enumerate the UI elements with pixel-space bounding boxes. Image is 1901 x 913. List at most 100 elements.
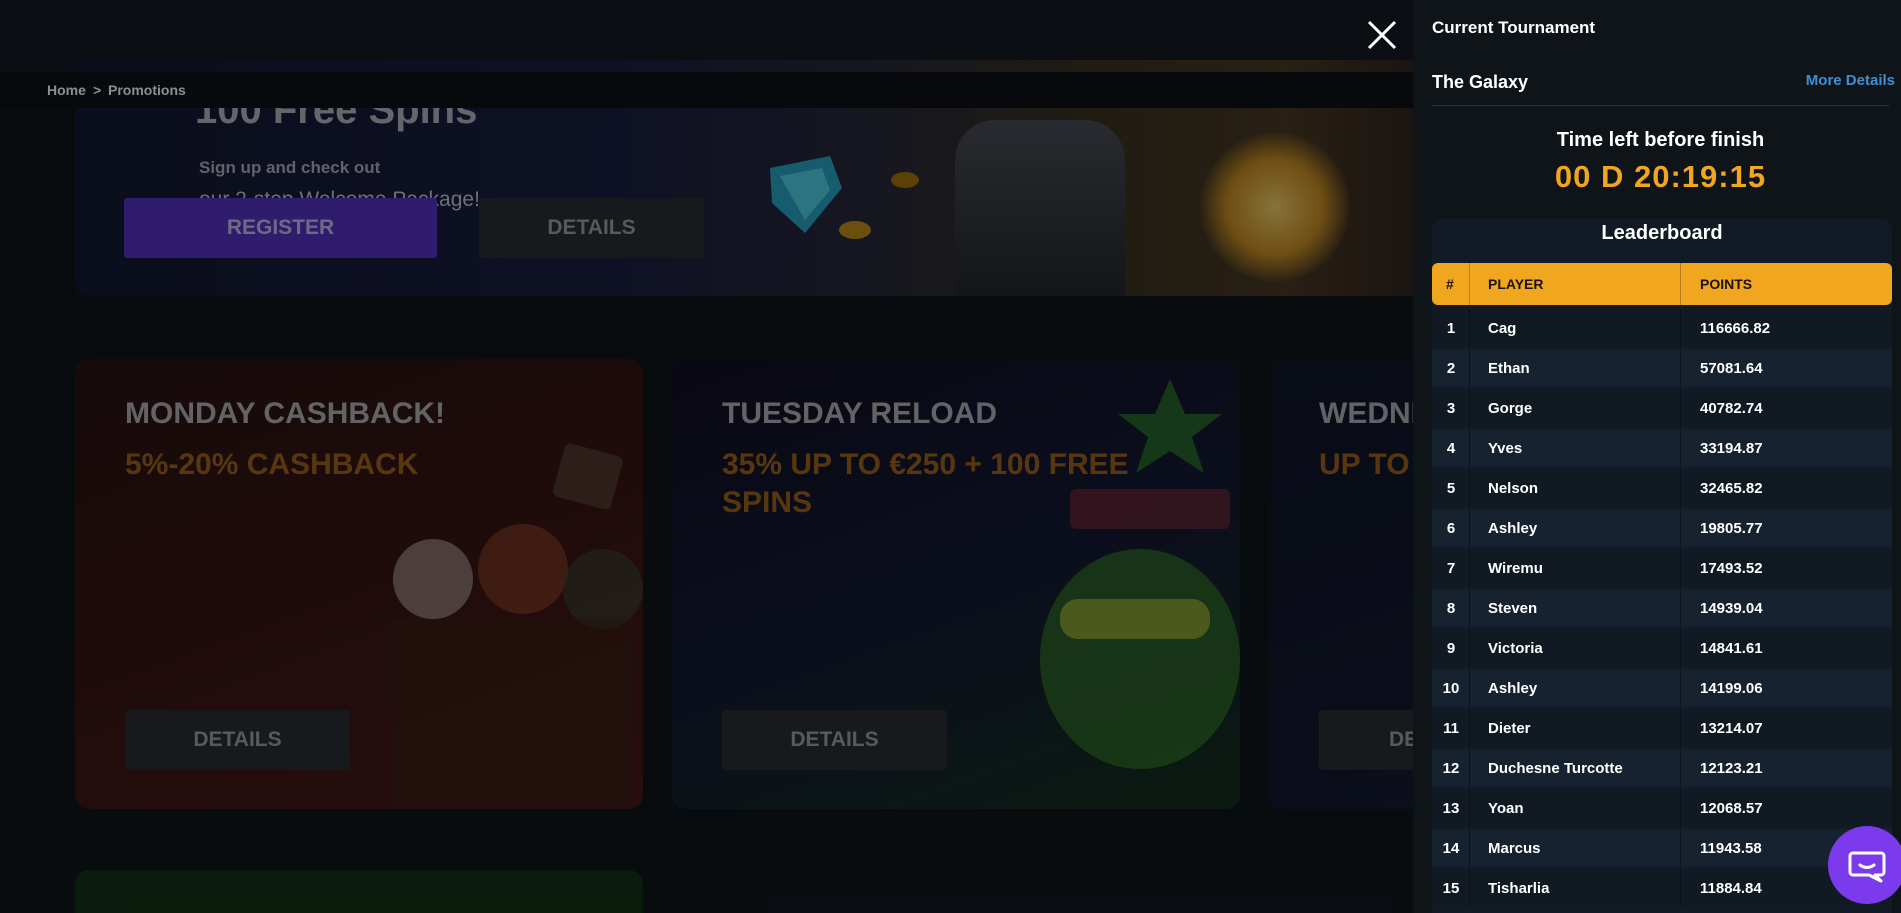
leaderboard-title: Leaderboard <box>1601 222 1723 244</box>
column-divider <box>1680 629 1681 667</box>
leaderboard-row: 2 Ethan 57081.64 <box>1432 349 1892 387</box>
points-cell: 13214.07 <box>1700 720 1763 737</box>
column-rank: # <box>1446 276 1454 292</box>
player-cell: Cag <box>1488 320 1517 337</box>
leaderboard-header: # PLAYER POINTS <box>1432 263 1892 305</box>
points-cell: 11943.58 <box>1700 840 1762 857</box>
points-cell: 12123.21 <box>1700 760 1763 777</box>
close-icon[interactable] <box>1365 18 1399 52</box>
player-cell: Nelson <box>1488 480 1539 497</box>
countdown-timer: 00 D 20:19:15 <box>1554 159 1767 194</box>
breadcrumb-separator: > <box>93 82 102 98</box>
points-cell: 14199.06 <box>1700 680 1763 697</box>
leaderboard-row: 8 Steven 14939.04 <box>1432 589 1892 627</box>
column-divider <box>1680 589 1681 627</box>
column-divider <box>1469 709 1470 747</box>
column-divider <box>1680 389 1681 427</box>
points-cell: 17493.52 <box>1700 560 1763 577</box>
column-divider <box>1680 869 1681 907</box>
rank-cell: 9 <box>1446 640 1456 657</box>
column-divider <box>1469 469 1470 507</box>
points-cell: 12068.57 <box>1700 800 1763 817</box>
column-divider <box>1680 749 1681 787</box>
promotions-page: 100 Free Spins Sign up and check out our… <box>0 0 1901 913</box>
rank-cell: 14 <box>1442 840 1460 857</box>
rank-cell: 5 <box>1446 480 1456 497</box>
column-divider <box>1680 789 1681 827</box>
tournament-panel: Current Tournament The Galaxy More Detai… <box>1413 0 1901 913</box>
column-divider <box>1469 589 1470 627</box>
rank-cell: 2 <box>1446 360 1456 377</box>
column-player: PLAYER <box>1488 276 1544 292</box>
panel-header: Current Tournament <box>1432 18 1596 37</box>
column-divider <box>1469 829 1470 867</box>
player-cell: Tisharlia <box>1488 880 1550 897</box>
leaderboard-row: 6 Ashley 19805.77 <box>1432 509 1892 547</box>
rank-cell: 10 <box>1442 680 1460 697</box>
player-cell: Ethan <box>1488 360 1530 377</box>
leaderboard-row: 3 Gorge 40782.74 <box>1432 389 1892 427</box>
divider <box>1432 105 1889 106</box>
points-cell: 14841.61 <box>1700 640 1763 657</box>
column-divider <box>1469 789 1470 827</box>
leaderboard-row: 13 Yoan 12068.57 <box>1432 789 1892 827</box>
column-divider <box>1680 429 1681 467</box>
column-divider <box>1680 309 1681 347</box>
rank-cell: 4 <box>1446 440 1456 457</box>
column-divider <box>1469 749 1470 787</box>
column-divider <box>1680 349 1681 387</box>
breadcrumb-current: Promotions <box>108 82 186 98</box>
points-cell: 14939.04 <box>1700 600 1763 617</box>
column-divider <box>1469 263 1470 305</box>
rank-cell: 11 <box>1443 720 1459 737</box>
column-divider <box>1680 469 1681 507</box>
leaderboard-row: 1 Cag 116666.82 <box>1432 309 1892 347</box>
leaderboard-row: 7 Wiremu 17493.52 <box>1432 549 1892 587</box>
time-left-label: Time left before finish <box>1556 129 1765 151</box>
column-divider <box>1680 709 1681 747</box>
points-cell: 19805.77 <box>1700 520 1763 537</box>
column-divider <box>1680 829 1681 867</box>
leaderboard-row: 12 Duchesne Turcotte 12123.21 <box>1432 749 1892 787</box>
player-cell: Marcus <box>1488 840 1541 857</box>
points-cell: 33194.87 <box>1700 440 1763 457</box>
column-divider <box>1469 389 1470 427</box>
leaderboard-row: 11 Dieter 13214.07 <box>1432 709 1892 747</box>
column-divider <box>1469 869 1470 907</box>
more-details-link[interactable]: More Details <box>1806 72 1895 89</box>
tournament-name: The Galaxy <box>1432 72 1529 92</box>
player-cell: Ashley <box>1488 680 1538 697</box>
player-cell: Victoria <box>1488 640 1543 657</box>
player-cell: Yves <box>1488 440 1523 457</box>
leaderboard-row: 10 Ashley 14199.06 <box>1432 669 1892 707</box>
column-divider <box>1469 669 1470 707</box>
leaderboard-row: 14 Marcus 11943.58 <box>1432 829 1892 867</box>
chat-button[interactable] <box>1828 826 1901 904</box>
leaderboard-row: 15 Tisharlia 11884.84 <box>1432 869 1892 907</box>
rank-cell: 6 <box>1446 520 1456 537</box>
points-cell: 32465.82 <box>1700 480 1763 497</box>
column-divider <box>1469 629 1470 667</box>
modal-backdrop[interactable] <box>0 0 1413 913</box>
column-divider <box>1469 429 1470 467</box>
column-points: POINTS <box>1700 276 1753 292</box>
rank-cell: 7 <box>1446 560 1456 577</box>
column-divider <box>1469 309 1470 347</box>
points-cell: 40782.74 <box>1700 400 1763 417</box>
leaderboard-row: 4 Yves 33194.87 <box>1432 429 1892 467</box>
column-divider <box>1680 509 1681 547</box>
column-divider <box>1469 549 1470 587</box>
leaderboard-rows: 1 Cag 116666.82 2 Ethan 57081.64 3 Gorge 40782.7… <box>1432 309 1892 909</box>
column-divider <box>1469 349 1470 387</box>
chat-icon <box>1848 851 1886 883</box>
leaderboard: Leaderboard # PLAYER POINTS 1 Cag 116666.8… <box>1432 219 1892 913</box>
breadcrumb-home-link[interactable]: Home <box>47 82 86 98</box>
rank-cell: 13 <box>1442 800 1460 817</box>
column-divider <box>1469 509 1470 547</box>
points-cell: 11884.84 <box>1700 880 1762 897</box>
leaderboard-row: 9 Victoria 14841.61 <box>1432 629 1892 667</box>
player-cell: Ashley <box>1488 520 1538 537</box>
column-divider <box>1680 669 1681 707</box>
rank-cell: 12 <box>1442 760 1460 777</box>
column-divider <box>1680 263 1681 305</box>
